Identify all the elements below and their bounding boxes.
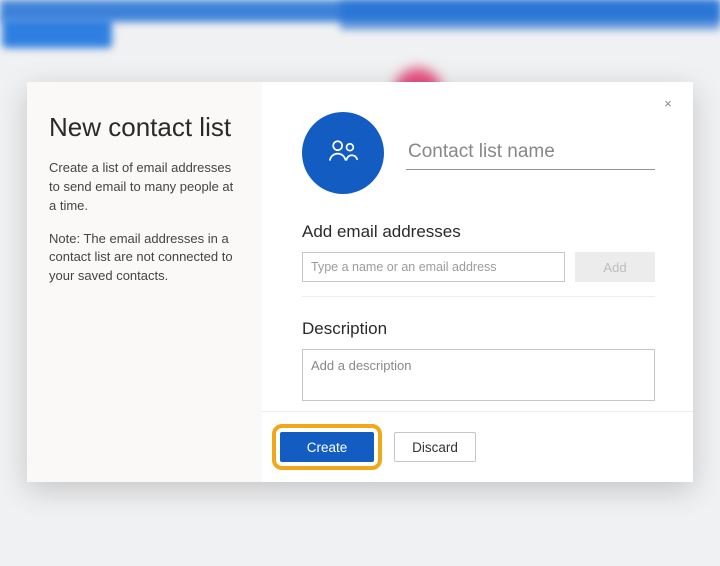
create-button[interactable]: Create [280, 432, 374, 462]
header-row [302, 112, 655, 194]
contact-list-name-input[interactable] [406, 137, 655, 170]
add-email-button[interactable]: Add [575, 252, 655, 282]
tutorial-highlight-ring: Create [272, 424, 382, 470]
dialog-footer: Create Discard [262, 411, 693, 482]
close-icon: × [664, 97, 672, 110]
people-icon [326, 134, 360, 173]
add-email-heading: Add email addresses [302, 222, 655, 242]
dialog-info-pane: New contact list Create a list of email … [27, 82, 262, 482]
email-address-input[interactable] [302, 252, 565, 282]
add-email-row: Add [302, 252, 655, 282]
description-input[interactable] [302, 349, 655, 401]
dialog-title: New contact list [49, 112, 240, 143]
discard-button[interactable]: Discard [394, 432, 476, 462]
dialog-intro-text: Create a list of email addresses to send… [49, 159, 240, 216]
new-contact-list-dialog: New contact list Create a list of email … [27, 82, 693, 482]
section-divider [302, 296, 655, 297]
close-button[interactable]: × [659, 94, 677, 112]
description-heading: Description [302, 319, 655, 339]
dialog-form-pane: × Add email addresses [262, 82, 693, 482]
dialog-note-text: Note: The email addresses in a contact l… [49, 230, 240, 287]
contact-list-avatar [302, 112, 384, 194]
